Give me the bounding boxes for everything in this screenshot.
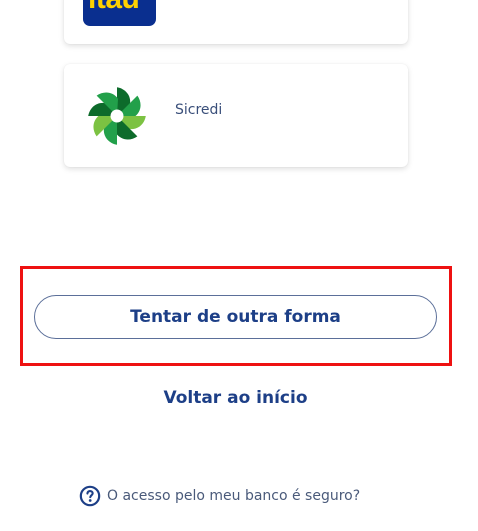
- back-to-home-link[interactable]: Voltar ao início: [0, 388, 471, 408]
- bank-card-sicredi[interactable]: Sicredi: [64, 64, 408, 167]
- itau-logo: itaú: [83, 0, 156, 26]
- bank-name-label: Sicredi: [175, 102, 223, 118]
- bank-card-itau[interactable]: itaú: [64, 0, 408, 44]
- security-help-link[interactable]: O acesso pelo meu banco é seguro?: [79, 485, 360, 507]
- itau-logo-text: itaú: [88, 0, 140, 16]
- sicredi-logo-center: [110, 109, 124, 123]
- try-another-way-button[interactable]: Tentar de outra forma: [34, 295, 437, 339]
- help-text: O acesso pelo meu banco é seguro?: [107, 488, 361, 504]
- question-circle-icon: [79, 485, 101, 507]
- bank-selection-page: itaú Sicredi Tentar de outra forma Volta…: [0, 0, 478, 531]
- sicredi-logo-icon: [88, 87, 146, 145]
